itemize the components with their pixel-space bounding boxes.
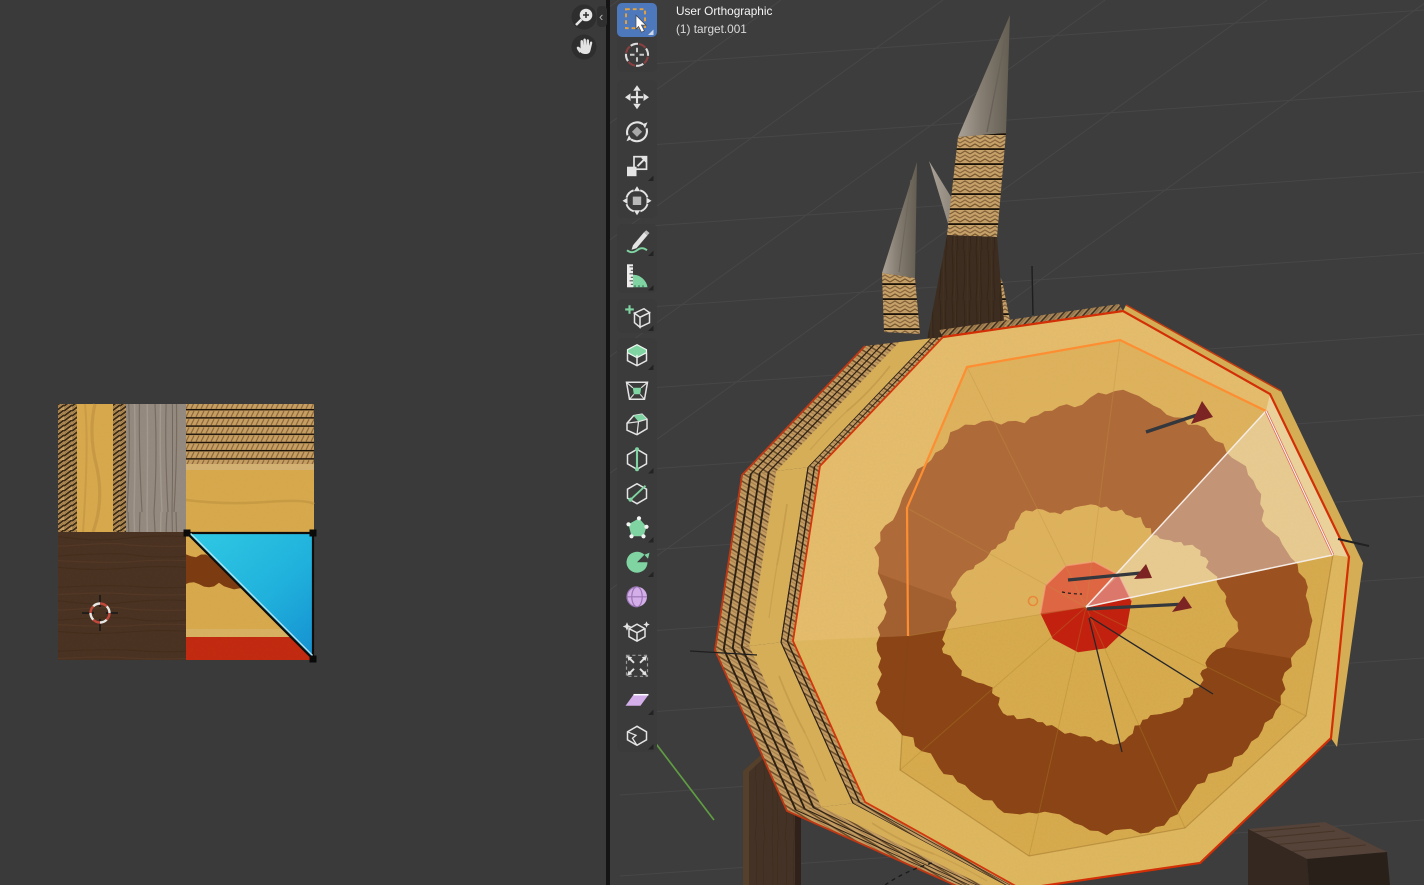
svg-text:‹: ‹ bbox=[599, 9, 603, 24]
svg-text:(1) target.001: (1) target.001 bbox=[676, 22, 747, 36]
svg-text:User Orthographic: User Orthographic bbox=[676, 4, 772, 18]
